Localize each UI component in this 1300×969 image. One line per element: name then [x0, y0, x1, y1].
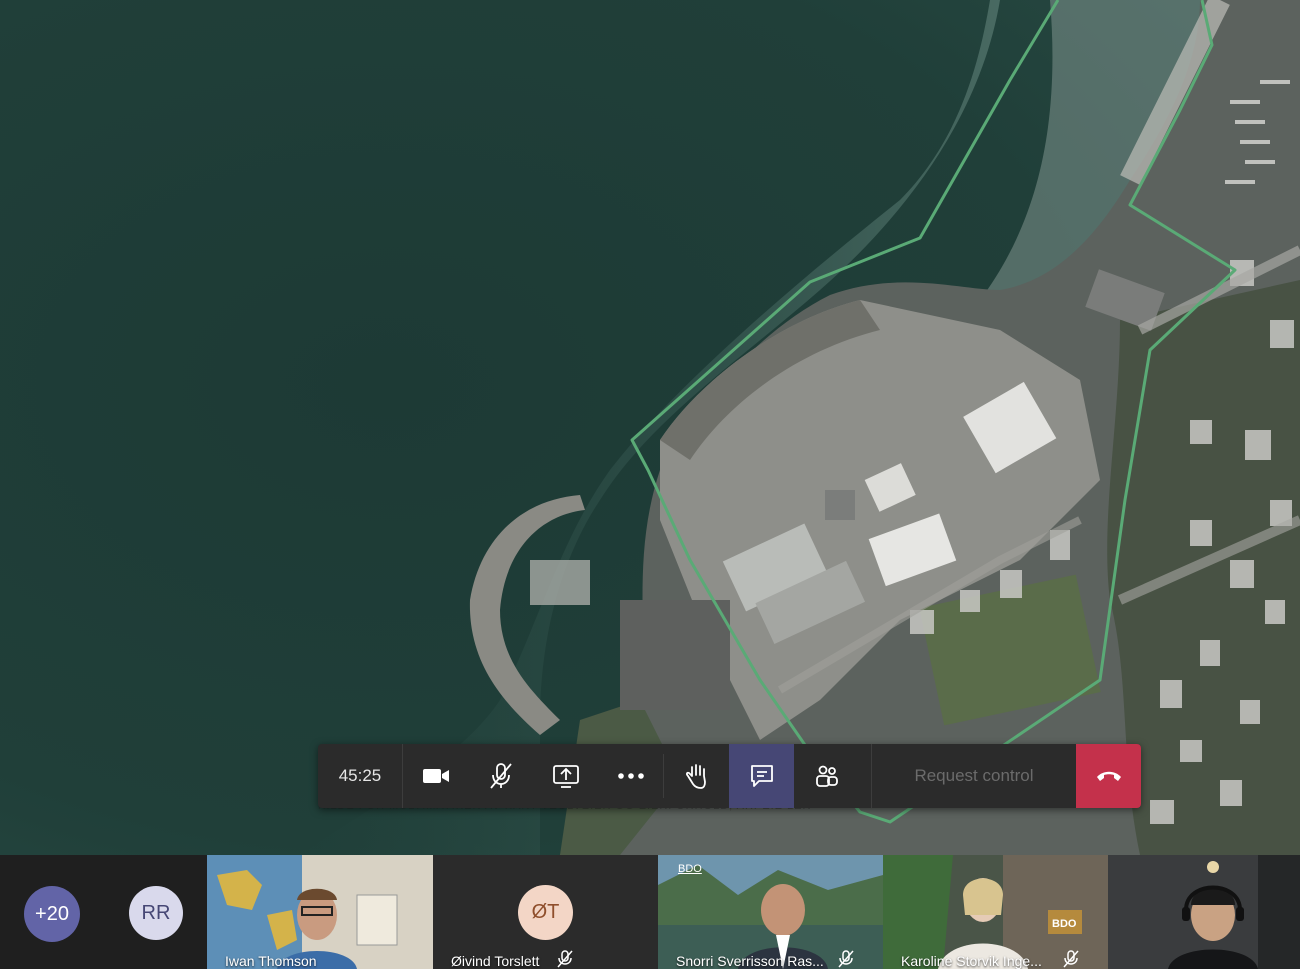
more-options-icon — [617, 773, 644, 779]
participant-name: Snorri Sverrisson Ras... — [676, 953, 824, 969]
shared-screen: KILDE FOR MULTIMATIKER AV KART TEGLVEIER… — [0, 0, 1300, 855]
participant-tile[interactable]: BDO Karoline Storvik Inge... — [883, 855, 1108, 969]
meeting-toolbar: 45:25 Request control — [318, 744, 1141, 808]
request-control-button[interactable]: Request control — [871, 744, 1076, 808]
participant-name: Iwan Thomson — [225, 953, 317, 969]
avatar-rr[interactable]: RR — [129, 886, 183, 940]
company-logo: BDO — [678, 863, 702, 875]
share-screen-button[interactable] — [533, 744, 598, 808]
raise-hand-button[interactable] — [664, 744, 729, 808]
camera-button[interactable] — [403, 744, 468, 808]
more-participants-button[interactable]: +20 — [24, 886, 80, 942]
mic-muted-icon — [489, 763, 512, 789]
participant-name: Karoline Storvik Inge... — [901, 953, 1042, 969]
participant-tile[interactable]: BDO Snorri Sverrisson Ras... — [658, 855, 883, 969]
aerial-map — [0, 0, 1300, 855]
building — [620, 600, 730, 710]
call-timer: 45:25 — [318, 744, 403, 808]
participant-video — [1108, 855, 1300, 969]
chat-button[interactable] — [729, 744, 794, 808]
camera-icon — [422, 769, 449, 783]
participant-tile[interactable]: ØT Øivind Torslett — [433, 855, 658, 969]
mic-muted-icon — [1063, 950, 1079, 968]
participant-video — [207, 855, 433, 969]
mic-muted-icon — [838, 950, 854, 968]
hang-up-icon — [1096, 771, 1121, 781]
chat-icon — [750, 765, 773, 787]
participants-icon — [815, 765, 838, 787]
participant-name: Øivind Torslett — [451, 953, 540, 969]
avatar-ot: ØT — [518, 885, 573, 940]
raise-hand-icon — [685, 764, 706, 789]
participant-tile[interactable]: Iwan Thomson — [207, 855, 433, 969]
participants-button[interactable] — [794, 744, 859, 808]
participant-tile[interactable] — [1108, 855, 1300, 969]
mic-muted-icon — [557, 950, 573, 968]
share-screen-icon — [552, 765, 579, 788]
more-options-button[interactable] — [598, 744, 663, 808]
company-logo: BDO — [1052, 918, 1077, 930]
mute-button[interactable] — [468, 744, 533, 808]
hang-up-button[interactable] — [1076, 744, 1141, 808]
